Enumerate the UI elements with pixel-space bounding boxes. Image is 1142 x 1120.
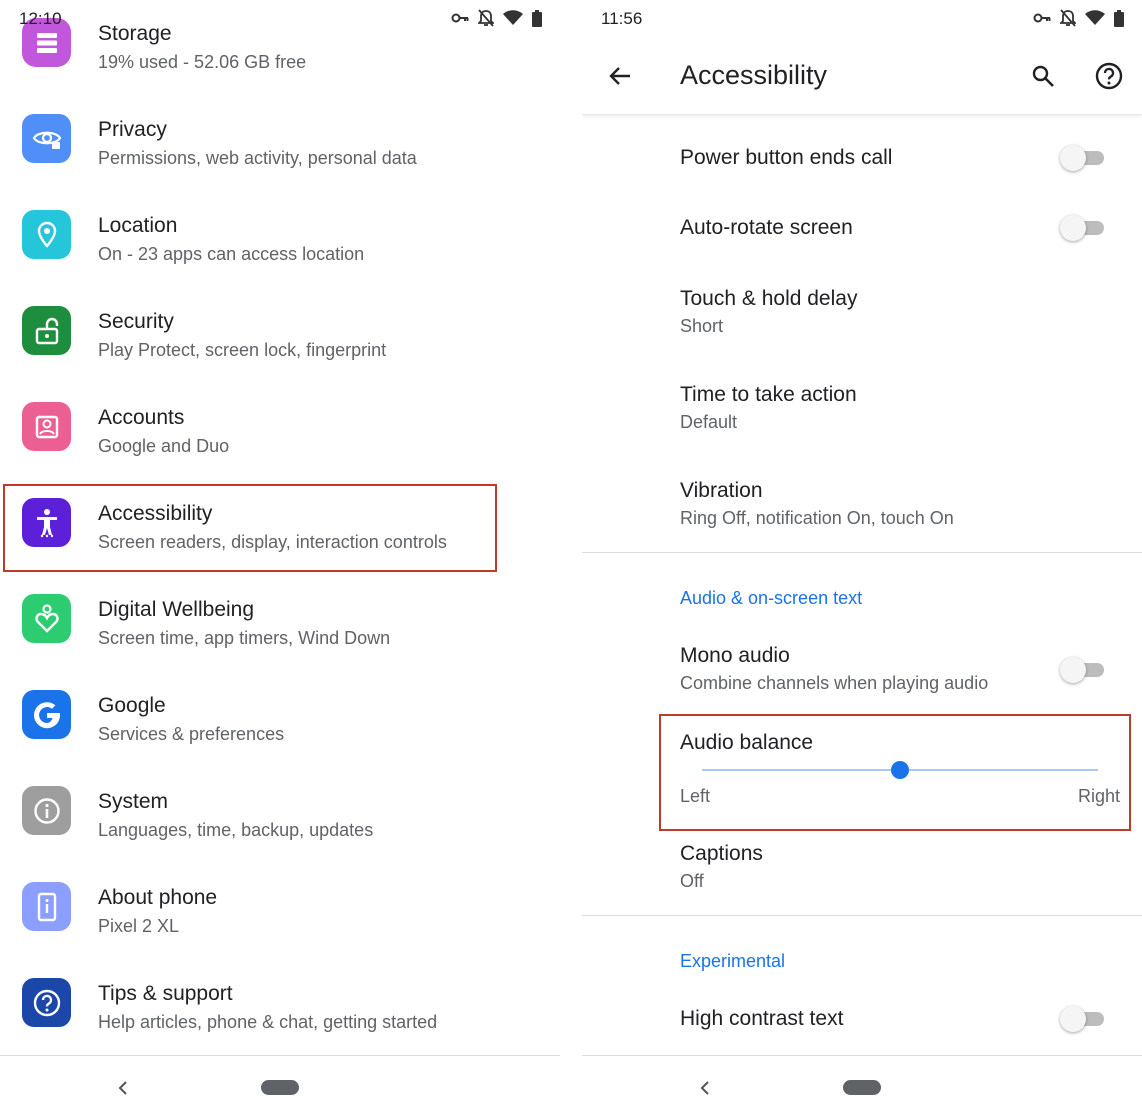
- row-title: Captions: [680, 842, 763, 865]
- settings-item-title: About phone: [98, 886, 218, 909]
- notifications-off-icon: [478, 9, 494, 27]
- settings-item-privacy[interactable]: Privacy Permissions, web activity, person…: [0, 104, 560, 200]
- battery-icon: [532, 9, 542, 27]
- settings-item-subtitle: Services & preferences: [98, 724, 285, 744]
- phone-info-icon: [22, 882, 71, 931]
- row-title: High contrast text: [680, 1007, 844, 1030]
- settings-item-subtitle: Screen time, app timers, Wind Down: [98, 628, 391, 648]
- settings-item-about-phone[interactable]: About phone Pixel 2 XL: [0, 872, 560, 968]
- settings-screen: Storage 19% used - 52.06 GB free Privacy Pe…: [0, 0, 560, 1120]
- row-title: Vibration: [680, 479, 763, 502]
- app-bar: Accessibility: [582, 38, 1142, 115]
- status-bar: 11:56: [582, 0, 1142, 38]
- settings-item-location[interactable]: Location On - 23 apps can access location: [0, 200, 560, 296]
- help-icon: [22, 978, 71, 1027]
- row-subtitle: Ring Off, notification On, touch On: [680, 508, 954, 528]
- settings-item-subtitle: Play Protect, screen lock, fingerprint: [98, 340, 387, 360]
- settings-item-title: System: [98, 790, 169, 813]
- row-subtitle: Off: [680, 871, 704, 891]
- row-title: Touch & hold delay: [680, 287, 858, 310]
- navigation-bar: [0, 1055, 560, 1120]
- location-pin-icon: [22, 210, 71, 259]
- arrow-back-icon: [609, 67, 630, 85]
- navigation-bar: [582, 1055, 1142, 1120]
- battery-icon: [1114, 9, 1124, 27]
- section-header-audio: Audio & on-screen text: [680, 588, 863, 608]
- account-box-icon: [22, 402, 71, 451]
- settings-item-security[interactable]: Security Play Protect, screen lock, finge…: [0, 296, 560, 392]
- mono-audio-toggle[interactable]: [1060, 655, 1106, 685]
- wifi-icon: [503, 10, 523, 25]
- row-title: Time to take action: [680, 383, 857, 406]
- settings-item-title: Security: [98, 310, 174, 333]
- settings-item-tips-support[interactable]: Tips & support Help articles, phone & cha…: [0, 968, 560, 1064]
- row-subtitle: Default: [680, 412, 738, 432]
- settings-item-accounts[interactable]: Accounts Google and Duo: [0, 392, 560, 488]
- status-time: 12:10: [19, 9, 62, 28]
- notifications-off-icon: [1060, 9, 1076, 27]
- wifi-icon: [1085, 10, 1105, 25]
- status-bar: 12:10: [0, 0, 560, 38]
- settings-item-digital-wellbeing[interactable]: Digital Wellbeing Screen time, app timers…: [0, 584, 560, 680]
- unlock-icon: [22, 306, 71, 355]
- section-header-experimental: Experimental: [680, 951, 786, 971]
- chevron-left-icon: [118, 1081, 127, 1095]
- settings-item-title: Privacy: [98, 118, 167, 141]
- power-button-toggle[interactable]: [1060, 143, 1106, 173]
- wellbeing-heart-icon: [22, 594, 71, 643]
- settings-item-title: Google: [98, 694, 166, 717]
- status-time: 11:56: [601, 9, 643, 28]
- section-divider: [582, 915, 1142, 916]
- settings-item-subtitle: Google and Duo: [98, 436, 230, 456]
- row-title: Power button ends call: [680, 146, 893, 169]
- settings-item-title: Tips & support: [98, 982, 233, 1005]
- row-title: Mono audio: [680, 644, 790, 667]
- back-nav-button[interactable]: [694, 1076, 714, 1100]
- vpn-key-icon: [451, 13, 469, 23]
- row-subtitle: Combine channels when playing audio: [680, 673, 989, 693]
- back-nav-button[interactable]: [112, 1076, 132, 1100]
- eye-icon: [22, 114, 71, 163]
- home-nav-button[interactable]: [261, 1080, 299, 1095]
- section-divider: [582, 552, 1142, 553]
- screen-gap: [560, 0, 582, 1120]
- audio-balance-highlight-box: [659, 714, 1131, 831]
- row-title: Auto-rotate screen: [680, 216, 853, 239]
- settings-item-subtitle: Languages, time, backup, updates: [98, 820, 374, 840]
- settings-item-system[interactable]: System Languages, time, backup, updates: [0, 776, 560, 872]
- high-contrast-toggle[interactable]: [1060, 1004, 1106, 1034]
- info-icon: [22, 786, 71, 835]
- search-button[interactable]: [1023, 56, 1063, 96]
- google-g-icon: [22, 690, 71, 739]
- settings-item-title: Digital Wellbeing: [98, 598, 255, 621]
- settings-item-subtitle: Permissions, web activity, personal data: [98, 148, 417, 168]
- settings-item-subtitle: 19% used - 52.06 GB free: [98, 52, 307, 72]
- help-icon: [1095, 62, 1123, 90]
- search-icon: [1032, 65, 1054, 87]
- row-subtitle: Short: [680, 316, 724, 336]
- chevron-left-icon: [700, 1081, 709, 1095]
- auto-rotate-toggle[interactable]: [1060, 213, 1106, 243]
- settings-item-subtitle: Help articles, phone & chat, getting sta…: [98, 1012, 438, 1032]
- accessibility-highlight-box: [3, 484, 497, 572]
- help-button[interactable]: [1089, 56, 1129, 96]
- settings-item-google[interactable]: Google Services & preferences: [0, 680, 560, 776]
- settings-item-subtitle: Pixel 2 XL: [98, 916, 180, 936]
- vpn-key-icon: [1033, 13, 1051, 23]
- page-title: Accessibility: [680, 60, 828, 90]
- accessibility-screen: 11:56 Accessibility Power button ends ca…: [582, 0, 1142, 1120]
- settings-item-title: Location: [98, 214, 178, 237]
- settings-item-subtitle: On - 23 apps can access location: [98, 244, 365, 264]
- home-nav-button[interactable]: [843, 1080, 881, 1095]
- back-button[interactable]: [600, 56, 640, 96]
- settings-item-title: Accounts: [98, 406, 185, 429]
